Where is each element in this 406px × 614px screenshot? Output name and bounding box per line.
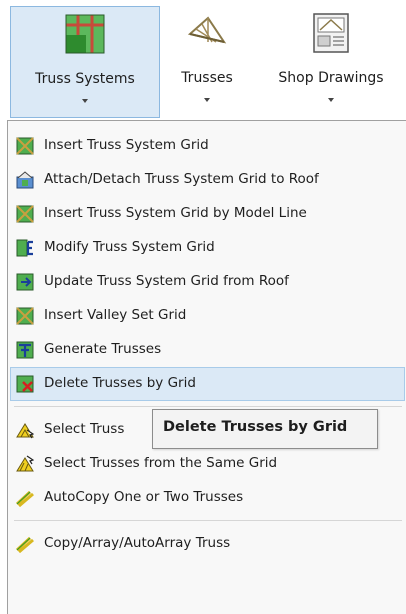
chevron-down-icon: [204, 98, 210, 102]
select-trusses-grid-icon: [16, 455, 34, 472]
menu-separator: [14, 406, 402, 407]
menu-item-autocopy-trusses[interactable]: AutoCopy One or Two Trusses: [12, 481, 406, 515]
truss-icon: [187, 16, 227, 44]
grid-modify-icon: [16, 239, 33, 257]
grid-model-line-icon: [16, 205, 34, 223]
menu-item-attach-detach-grid-to-roof[interactable]: Attach/Detach Truss System Grid to Roof: [12, 163, 406, 197]
menu-item-generate-trusses[interactable]: Generate Trusses: [12, 333, 406, 367]
menu-item-insert-truss-system-grid[interactable]: Insert Truss System Grid: [12, 129, 406, 163]
delete-trusses-icon: [16, 375, 34, 393]
truss-systems-icon: [65, 14, 105, 54]
menu-item-delete-trusses-by-grid[interactable]: Delete Trusses by Grid: [10, 367, 405, 401]
menu-separator: [14, 520, 402, 521]
shop-drawings-icon: [313, 13, 349, 53]
truss-systems-button[interactable]: Truss Systems: [10, 6, 160, 118]
tooltip: Delete Trusses by Grid: [152, 409, 378, 449]
shop-drawings-label: Shop Drawings: [278, 70, 384, 86]
menu-item-modify-truss-system-grid[interactable]: Modify Truss System Grid: [12, 231, 406, 265]
trusses-label: Trusses: [181, 70, 233, 86]
chevron-down-icon: [328, 98, 334, 102]
valley-grid-icon: [16, 307, 34, 325]
ribbon-panel: Truss Systems Trusses Shop Drawings: [0, 0, 406, 120]
truss-systems-label: Truss Systems: [35, 71, 135, 87]
truss-systems-dropdown-menu: Insert Truss System Grid Attach/Detach T…: [7, 120, 406, 614]
menu-item-insert-valley-set-grid[interactable]: Insert Valley Set Grid: [12, 299, 406, 333]
select-truss-icon: [16, 423, 34, 439]
generate-trusses-icon: [16, 341, 34, 359]
trusses-button[interactable]: Trusses: [168, 6, 246, 118]
grid-insert-icon: [16, 137, 34, 155]
menu-item-copy-array-autoarray-truss[interactable]: Copy/Array/AutoArray Truss: [12, 527, 406, 561]
copy-array-icon: [16, 536, 34, 553]
shop-drawings-button[interactable]: Shop Drawings: [256, 6, 406, 118]
menu-item-update-grid-from-roof[interactable]: Update Truss System Grid from Roof: [12, 265, 406, 299]
grid-update-icon: [16, 273, 34, 291]
menu-item-select-trusses-same-grid[interactable]: Select Trusses from the Same Grid: [12, 447, 406, 481]
chevron-down-icon: [82, 99, 88, 103]
autocopy-icon: [16, 490, 34, 507]
menu-item-insert-grid-by-model-line[interactable]: Insert Truss System Grid by Model Line: [12, 197, 406, 231]
attach-roof-icon: [16, 171, 34, 189]
